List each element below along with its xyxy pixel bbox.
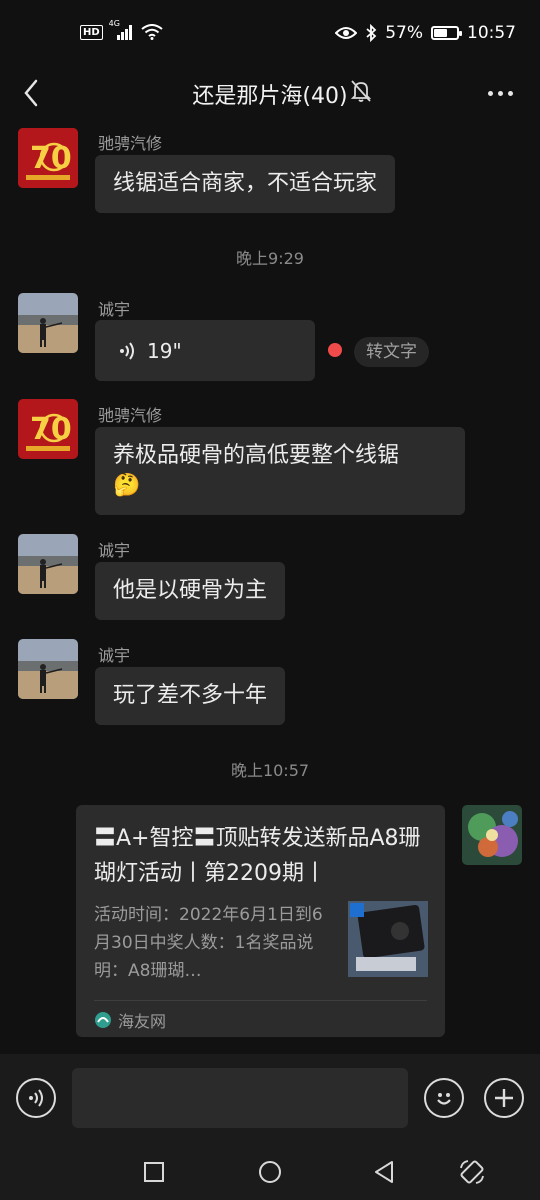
bell-off-icon — [350, 79, 372, 107]
avatar[interactable] — [18, 534, 78, 594]
circle-icon — [259, 1161, 281, 1183]
system-navigation-bar — [0, 1144, 540, 1200]
more-dots-icon — [487, 90, 493, 96]
voice-duration: 19" — [147, 338, 182, 363]
site-logo-icon — [95, 1012, 111, 1028]
plus-icon — [495, 1089, 513, 1107]
plus-button[interactable] — [484, 1078, 524, 1118]
avatar[interactable]: 70 — [18, 128, 78, 188]
link-card[interactable]: 〓A+智控〓顶贴转发送新品A8珊 瑚灯活动丨第2209期丨 活动时间：2022年… — [76, 805, 445, 1037]
message-bubble[interactable]: 养极品硬骨的高低要整个线锯 🤔 — [95, 427, 465, 515]
hd-badge: HD — [80, 24, 103, 40]
link-card-divider — [94, 1000, 427, 1001]
more-dots-icon — [507, 90, 513, 96]
recents-button[interactable] — [140, 1158, 168, 1186]
voice-message-bubble[interactable]: 19" — [95, 320, 315, 381]
sender-name: 驰骋汽修 — [98, 406, 163, 425]
convert-to-text-button[interactable]: 转文字 — [354, 337, 429, 367]
link-card-source: 海友网 — [94, 1008, 166, 1032]
wifi-icon — [141, 24, 163, 40]
more-dots-icon — [497, 90, 503, 96]
triangle-back-icon — [375, 1161, 393, 1183]
home-button[interactable] — [256, 1158, 284, 1186]
self-avatar[interactable] — [462, 805, 522, 865]
chat-title[interactable]: 还是那片海(40) — [0, 78, 540, 110]
timestamp: 晚上10:57 — [230, 761, 310, 780]
avatar[interactable] — [18, 639, 78, 699]
timestamp: 晚上9:29 — [236, 249, 304, 268]
sender-name: 诚宇 — [98, 646, 131, 665]
emoji-button[interactable] — [424, 1078, 464, 1118]
message-text: 养极品硬骨的高低要整个线锯 — [113, 443, 400, 468]
battery-percent: 57% — [385, 23, 423, 43]
battery-icon — [431, 26, 462, 40]
message-bubble[interactable]: 玩了差不多十年 — [95, 667, 286, 725]
message-bubble[interactable]: 他是以硬骨为主 — [95, 562, 286, 620]
square-icon — [144, 1162, 164, 1182]
link-card-thumbnail — [348, 901, 428, 977]
voice-mode-button[interactable] — [16, 1078, 56, 1118]
status-bar: HD 4G 57% 10:57 — [0, 0, 540, 68]
voice-mode-icon — [29, 1089, 43, 1107]
message-bubble[interactable]: 线锯适合商家，不适合玩家 — [95, 155, 396, 213]
status-left: HD 4G — [80, 19, 163, 40]
clock: 10:57 — [467, 23, 516, 43]
sender-name: 驰骋汽修 — [98, 134, 163, 153]
avatar[interactable] — [18, 293, 78, 353]
rotate-button[interactable] — [458, 1158, 486, 1186]
bluetooth-icon — [366, 24, 377, 42]
thinking-emoji: 🤔 — [113, 473, 141, 498]
emoji-icon — [437, 1093, 451, 1105]
rotate-screen-icon — [460, 1160, 484, 1184]
link-card-source-name: 海友网 — [118, 1012, 167, 1031]
link-card-title: 〓A+智控〓顶贴转发送新品A8珊 瑚灯活动丨第2209期丨 — [94, 826, 421, 886]
eye-icon — [335, 27, 358, 39]
chat-header: 还是那片海(40) — [0, 68, 540, 118]
signal-icon: 4G — [109, 19, 135, 40]
message-input[interactable] — [72, 1068, 408, 1128]
more-button[interactable] — [482, 78, 518, 108]
network-type: 4G — [108, 19, 120, 28]
sender-name: 诚宇 — [98, 300, 131, 319]
back-nav-button[interactable] — [370, 1158, 398, 1186]
battery-level — [434, 29, 447, 37]
status-right: 57% 10:57 — [335, 23, 516, 43]
voice-wave-icon — [120, 341, 134, 360]
input-bar — [0, 1054, 540, 1144]
unread-dot — [328, 343, 342, 357]
sender-name: 诚宇 — [98, 541, 131, 560]
avatar[interactable]: 70 — [18, 399, 78, 459]
link-card-description: 活动时间：2022年6月1日到6月30日中奖人数：1名奖品说明：A8珊瑚… — [94, 905, 323, 981]
